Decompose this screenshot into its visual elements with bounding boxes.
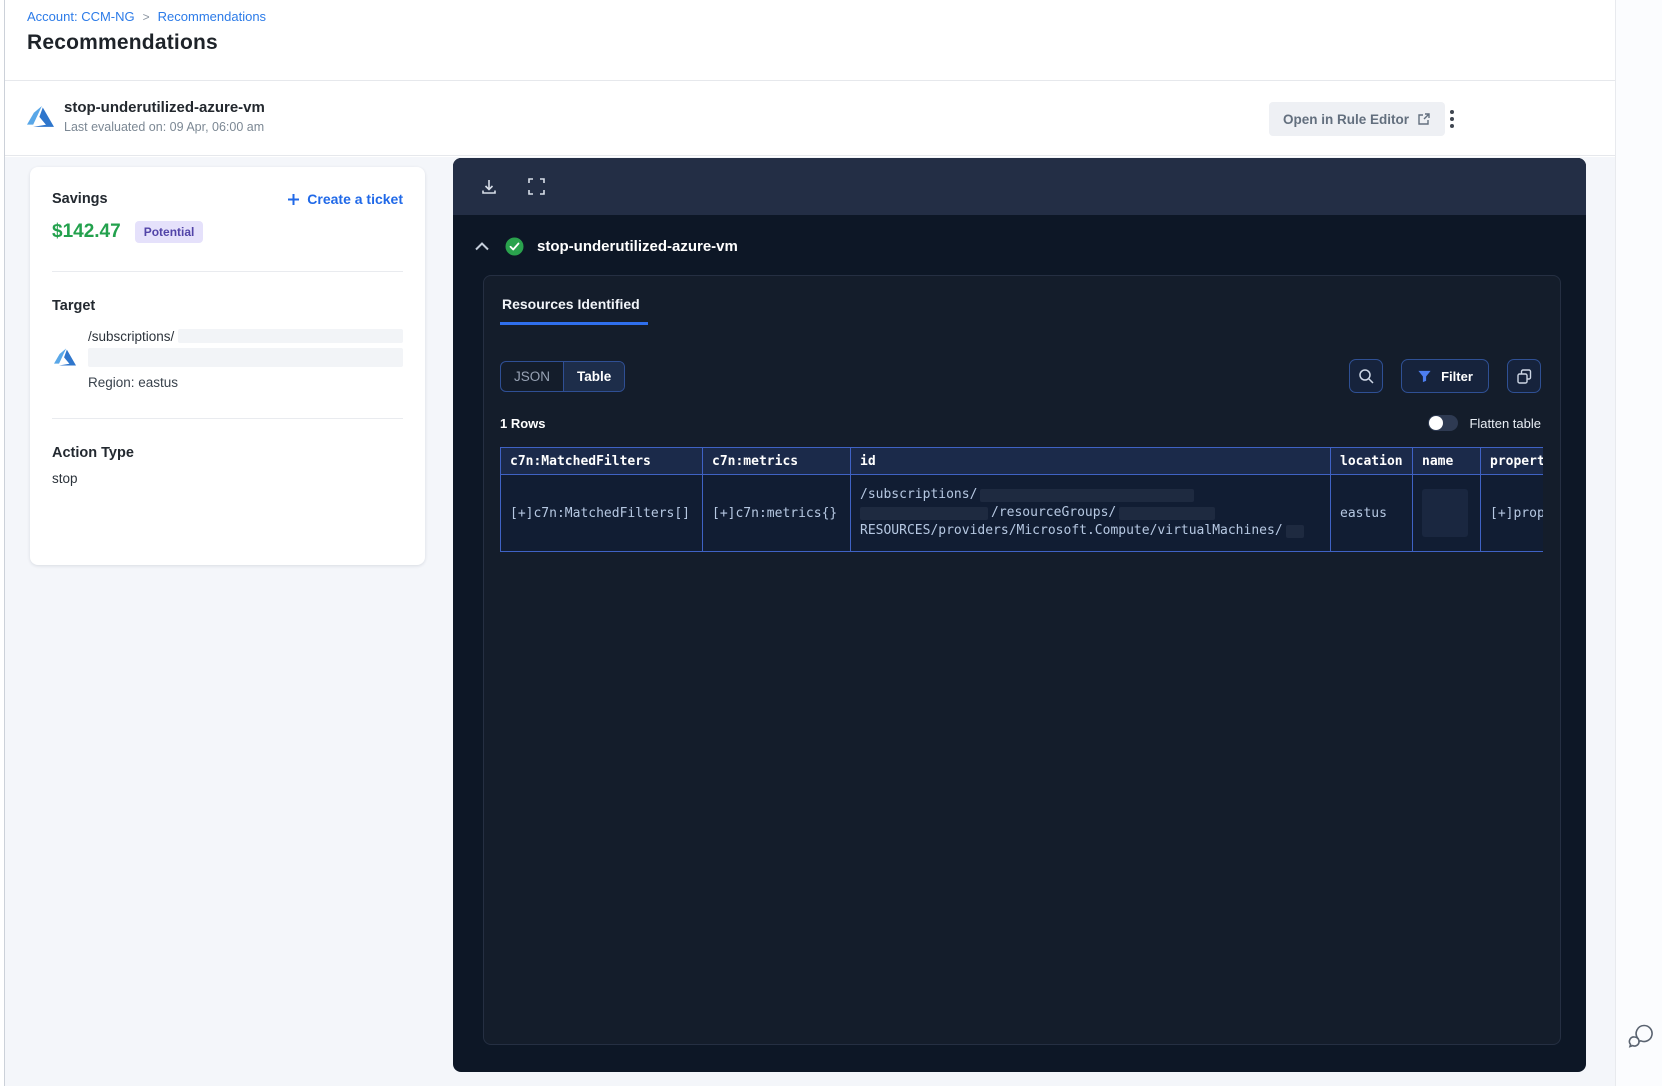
rule-result-header: stop-underutilized-azure-vm — [453, 215, 1586, 277]
table-meta-row: 1 Rows Flatten table — [500, 415, 1541, 431]
action-type-label: Action Type — [52, 445, 134, 461]
filter-button[interactable]: Filter — [1401, 359, 1489, 393]
copy-icon[interactable] — [1507, 359, 1541, 393]
col-header-matched-filters: c7n:MatchedFilters — [500, 447, 703, 475]
open-in-rule-editor-button[interactable]: Open in Rule Editor — [1269, 102, 1446, 136]
cell-name — [1412, 474, 1481, 552]
chevron-up-icon[interactable] — [467, 235, 497, 258]
azure-logo — [27, 106, 54, 127]
right-rail — [1615, 0, 1662, 1086]
open-in-rule-editor-label: Open in Rule Editor — [1283, 111, 1410, 127]
filter-label: Filter — [1441, 368, 1473, 384]
redacted-resource-path — [88, 348, 403, 367]
results-table-container: c7n:MatchedFilters c7n:metrics id locati… — [500, 447, 1543, 552]
breadcrumb-account-link[interactable]: Account: CCM-NG — [27, 9, 135, 24]
flatten-table-label: Flatten table — [1469, 415, 1541, 431]
id-line-2: /resourceGroups/ — [991, 505, 1117, 520]
rule-name: stop-underutilized-azure-vm — [64, 99, 265, 116]
redacted-subscription-guid — [980, 488, 1195, 502]
savings-amount: $142.47 — [52, 221, 121, 242]
card-divider — [52, 271, 403, 272]
cell-matched-filters-expander[interactable]: [+]c7n:MatchedFilters[] — [500, 474, 703, 552]
kebab-menu-icon[interactable] — [1437, 103, 1467, 135]
flatten-table-toggle[interactable] — [1428, 415, 1459, 431]
page-title: Recommendations — [27, 31, 218, 54]
breadcrumb-recommendations-link[interactable]: Recommendations — [158, 9, 266, 24]
check-circle-icon — [505, 237, 524, 255]
cell-metrics-expander[interactable]: [+]c7n:metrics{} — [702, 474, 851, 552]
col-header-name: name — [1412, 447, 1481, 475]
breadcrumb: Account: CCM-NG > Recommendations — [27, 9, 1615, 24]
redacted-id-segment — [860, 506, 988, 520]
table-controls: JSON Table Filter — [500, 359, 1541, 393]
redacted-name-value — [1422, 489, 1468, 537]
cell-location: eastus — [1330, 474, 1413, 552]
potential-badge: Potential — [134, 221, 204, 243]
view-mode-toggle: JSON Table — [500, 360, 626, 392]
external-link-icon — [1418, 113, 1430, 125]
cell-properties-expander[interactable]: [+]prop — [1480, 474, 1543, 552]
view-table-option[interactable]: Table — [564, 361, 625, 391]
evaluation-results-panel: stop-underutilized-azure-vm Resources Id… — [453, 158, 1586, 1072]
card-divider-2 — [52, 418, 403, 419]
rows-count: 1 Rows — [500, 415, 546, 431]
col-header-id: id — [850, 447, 1331, 475]
redacted-vm-name — [1285, 524, 1304, 538]
rule-last-evaluated: Last evaluated on: 09 Apr, 06:00 am — [64, 120, 265, 134]
chat-help-icon[interactable] — [1625, 1022, 1655, 1052]
toggle-knob — [1429, 416, 1444, 430]
cell-id: /subscriptions/ /resourceGroups/ RESOURC… — [850, 474, 1331, 552]
recommendation-summary-card: Savings Create a ticket $142.47 Potentia… — [30, 167, 425, 565]
panel-rule-name: stop-underutilized-azure-vm — [537, 237, 738, 255]
col-header-location: location — [1330, 447, 1413, 475]
fullscreen-icon[interactable] — [527, 177, 546, 196]
rule-header-band: stop-underutilized-azure-vm Last evaluat… — [5, 82, 1615, 156]
page-header: Account: CCM-NG > Recommendations Recomm… — [5, 0, 1615, 81]
rule-identity: stop-underutilized-azure-vm Last evaluat… — [27, 99, 265, 134]
savings-label: Savings — [52, 191, 108, 207]
target-region: Region: eastus — [88, 375, 179, 390]
resources-identified-box: Resources Identified JSON Table Filter 1… — [483, 275, 1561, 1045]
results-table: c7n:MatchedFilters c7n:metrics id locati… — [500, 447, 1543, 552]
create-ticket-link[interactable]: Create a ticket — [287, 191, 403, 207]
download-icon[interactable] — [479, 177, 499, 197]
main-area: Account: CCM-NG > Recommendations Recomm… — [5, 0, 1615, 1086]
create-ticket-label: Create a ticket — [307, 191, 403, 207]
id-line-3: RESOURCES/providers/Microsoft.Compute/vi… — [860, 523, 1283, 538]
table-header-row: c7n:MatchedFilters c7n:metrics id locati… — [500, 447, 1543, 475]
view-json-option[interactable]: JSON — [501, 361, 565, 391]
target-label: Target — [52, 298, 96, 314]
plus-icon — [288, 193, 300, 205]
content-area: Savings Create a ticket $142.47 Potentia… — [5, 157, 1615, 1086]
target-path: /subscriptions/ — [88, 328, 175, 344]
col-header-metrics: c7n:metrics — [702, 447, 851, 475]
tab-resources-identified[interactable]: Resources Identified — [500, 289, 648, 325]
table-row: [+]c7n:MatchedFilters[] [+]c7n:metrics{}… — [500, 474, 1543, 552]
id-line-1: /subscriptions/ — [860, 487, 978, 502]
search-icon[interactable] — [1349, 359, 1383, 393]
azure-icon — [54, 348, 76, 366]
panel-toolbar — [453, 158, 1586, 215]
redacted-resource-group — [1119, 506, 1216, 520]
redacted-subscription-id — [178, 329, 403, 343]
filter-funnel-icon — [1418, 370, 1431, 382]
target-row: /subscriptions/ Region: eastus — [52, 328, 403, 390]
col-header-properties: propert — [1480, 447, 1543, 475]
rule-titles: stop-underutilized-azure-vm Last evaluat… — [64, 99, 265, 134]
breadcrumb-separator: > — [142, 9, 150, 24]
action-type-value: stop — [52, 471, 78, 486]
